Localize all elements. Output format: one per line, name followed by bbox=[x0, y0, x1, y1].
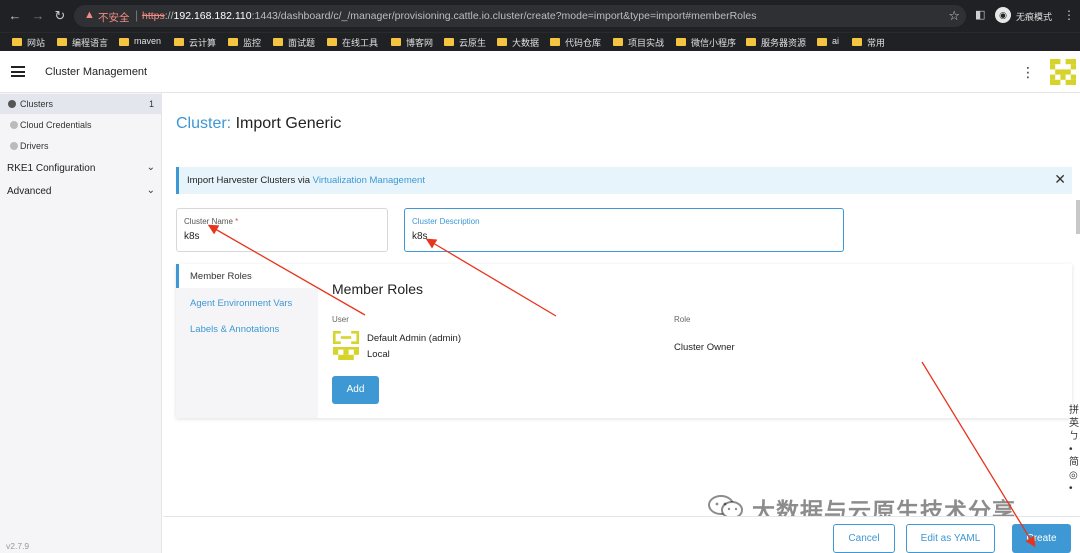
bookmarks-bar: 网站 编程语言 maven 云计算 监控 面试题 在线工具 博客网 云原生 大数… bbox=[0, 32, 1080, 51]
close-icon[interactable]: ✕ bbox=[1054, 171, 1066, 188]
folder-icon bbox=[174, 38, 184, 46]
sidebar-item-clusters[interactable]: Clusters 1 bbox=[0, 94, 162, 114]
ime-char[interactable]: • bbox=[1069, 443, 1080, 456]
member-role-value[interactable]: Cluster Owner bbox=[674, 342, 735, 353]
user-avatar bbox=[333, 347, 359, 360]
member-user-row: Default Admin (admin) bbox=[332, 331, 532, 345]
folder-icon bbox=[327, 38, 337, 46]
cluster-description-value: k8s bbox=[412, 231, 428, 242]
role-column-header: Role bbox=[674, 315, 691, 324]
folder-icon bbox=[119, 38, 129, 46]
ime-char[interactable]: 英 bbox=[1069, 417, 1080, 430]
dot-icon bbox=[10, 142, 18, 150]
cancel-button[interactable]: Cancel bbox=[833, 524, 895, 553]
dot-icon bbox=[10, 121, 18, 129]
reload-icon[interactable]: ↻ bbox=[52, 8, 68, 24]
cluster-name-field[interactable]: Cluster Name * k8s bbox=[176, 208, 388, 252]
sidebar-group-advanced[interactable]: Advanced ⌄ bbox=[0, 182, 162, 202]
member-roles-panel: Member Roles User Role Default Admin (ad… bbox=[318, 264, 1072, 418]
create-button[interactable]: Create bbox=[1012, 524, 1071, 553]
page-title: Cluster: Import Generic bbox=[176, 115, 341, 133]
sidepanel-icon[interactable]: ◧ bbox=[975, 8, 985, 21]
bookmark-star-icon[interactable]: ☆ bbox=[948, 8, 960, 24]
user-avatar[interactable] bbox=[1050, 59, 1076, 85]
app-title: Cluster Management bbox=[45, 66, 148, 78]
tab-member-roles[interactable]: Member Roles bbox=[176, 264, 318, 288]
warning-icon: ▲ bbox=[84, 9, 95, 21]
user-avatar bbox=[333, 331, 359, 344]
ime-char[interactable]: 简 bbox=[1069, 456, 1080, 469]
version-label: v2.7.9 bbox=[6, 541, 30, 551]
info-banner: Import Harvester Clusters via Virtualiza… bbox=[176, 167, 1072, 194]
back-icon[interactable]: ← bbox=[7, 8, 23, 24]
folder-icon bbox=[746, 38, 756, 46]
insecure-label: 不安全 bbox=[98, 12, 130, 24]
page-title-prefix[interactable]: Cluster: bbox=[176, 115, 231, 132]
virtualization-management-link[interactable]: Virtualization Management bbox=[313, 175, 425, 186]
cluster-name-value: k8s bbox=[184, 231, 200, 242]
folder-icon bbox=[12, 38, 22, 46]
cluster-icon bbox=[8, 100, 16, 108]
tab-labels-annotations[interactable]: Labels & Annotations bbox=[176, 317, 318, 341]
ime-char[interactable]: ㄅ bbox=[1069, 430, 1080, 443]
ime-char[interactable]: • bbox=[1069, 482, 1080, 495]
page-title-main: Import Generic bbox=[235, 115, 342, 132]
clusters-count: 1 bbox=[148, 99, 154, 109]
forward-icon[interactable]: → bbox=[30, 8, 46, 24]
folder-icon bbox=[817, 38, 827, 46]
folder-icon bbox=[444, 38, 454, 46]
header-menu-icon[interactable]: ⋮ bbox=[1021, 64, 1035, 81]
folder-icon bbox=[228, 38, 238, 46]
url-text: https://192.168.182.110:1443/dashboard/c… bbox=[142, 10, 757, 22]
incognito-indicator[interactable]: ◉ 无痕模式 bbox=[995, 7, 1055, 25]
member-user-sub-row: Local bbox=[332, 347, 532, 361]
tab-agent-environment-vars[interactable]: Agent Environment Vars bbox=[176, 291, 318, 315]
scrollbar-thumb[interactable] bbox=[1076, 200, 1080, 234]
member-roles-title: Member Roles bbox=[332, 281, 424, 297]
member-user-provider: Local bbox=[367, 349, 390, 360]
ime-char[interactable]: 拼 bbox=[1069, 404, 1080, 417]
address-bar[interactable]: ▲ 不安全 | https://192.168.182.110:1443/das… bbox=[74, 5, 966, 27]
ime-char[interactable]: ◎ bbox=[1069, 469, 1080, 482]
sidebar-group-rke1[interactable]: RKE1 Configuration ⌄ bbox=[0, 159, 162, 179]
member-user-name: Default Admin (admin) bbox=[367, 333, 461, 344]
sidebar-item-drivers[interactable]: Drivers bbox=[0, 136, 162, 156]
sidebar-item-cloud-credentials[interactable]: Cloud Credentials bbox=[0, 115, 162, 135]
cluster-description-field[interactable]: Cluster Description k8s bbox=[404, 208, 844, 252]
folder-icon bbox=[391, 38, 401, 46]
hamburger-menu-icon[interactable] bbox=[11, 66, 25, 77]
url-separator: | bbox=[135, 8, 139, 22]
form-footer: Cancel Edit as YAML Create bbox=[163, 516, 1080, 553]
incognito-icon: ◉ bbox=[995, 7, 1011, 23]
folder-icon bbox=[613, 38, 623, 46]
browser-toolbar: ← → ↻ ▲ 不安全 | https://192.168.182.110:14… bbox=[0, 0, 1080, 32]
config-tabs: Member Roles Agent Environment Vars Labe… bbox=[176, 264, 1072, 418]
chevron-down-icon: ⌄ bbox=[146, 162, 155, 173]
app-header: Cluster Management ⋮ bbox=[0, 51, 1080, 93]
user-column-header: User bbox=[332, 315, 349, 324]
folder-icon bbox=[550, 38, 560, 46]
folder-icon bbox=[57, 38, 67, 46]
folder-icon bbox=[852, 38, 862, 46]
edit-as-yaml-button[interactable]: Edit as YAML bbox=[906, 524, 995, 553]
folder-icon bbox=[497, 38, 507, 46]
ime-toolbar: 拼 英 ㄅ • 简 ◎ • bbox=[1069, 404, 1080, 514]
add-member-button[interactable]: Add bbox=[332, 376, 379, 404]
banner-text: Import Harvester Clusters via Virtualiza… bbox=[187, 175, 425, 186]
folder-icon bbox=[273, 38, 283, 46]
sidebar: Clusters 1 Cloud Credentials Drivers RKE… bbox=[0, 93, 162, 553]
browser-menu-icon[interactable]: ⋮ bbox=[1063, 8, 1075, 22]
chevron-down-icon: ⌄ bbox=[146, 185, 155, 196]
incognito-label: 无痕模式 bbox=[1016, 12, 1053, 22]
folder-icon bbox=[676, 38, 686, 46]
